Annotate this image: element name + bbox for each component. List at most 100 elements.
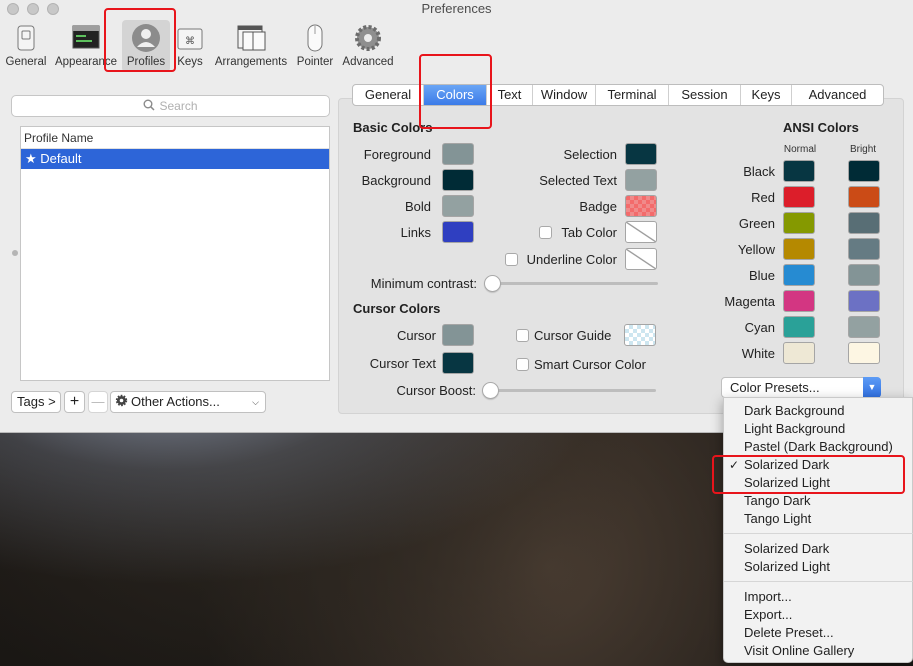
ansi-red-bright-well[interactable] <box>848 186 880 208</box>
toolbar-appearance[interactable]: Appearance <box>53 20 119 72</box>
add-profile-button[interactable]: + <box>64 391 85 413</box>
menu-item-light-background[interactable]: Light Background <box>724 420 913 438</box>
ansi-yellow-bright-well[interactable] <box>848 238 880 260</box>
other-actions-label: Other Actions... <box>131 394 220 409</box>
minimum-contrast-slider-knob[interactable] <box>484 275 501 292</box>
cursor-guide-label: Cursor Guide <box>534 328 612 343</box>
ansi-white-normal-well[interactable] <box>783 342 815 364</box>
selected-text-color-well[interactable] <box>625 169 657 191</box>
bold-color-well[interactable] <box>442 195 474 217</box>
ansi-cyan-label: Cyan <box>744 320 775 335</box>
profile-name-column-header[interactable]: Profile Name <box>21 127 329 149</box>
pointer-icon <box>299 23 331 53</box>
ansi-magenta-normal-well[interactable] <box>783 290 815 312</box>
tab-colors[interactable]: Colors <box>424 85 487 105</box>
toolbar-advanced[interactable]: Advanced <box>340 20 396 72</box>
tags-button[interactable]: Tags > <box>11 391 61 413</box>
ansi-blue-bright-well[interactable] <box>848 264 880 286</box>
ansi-blue-normal-well[interactable] <box>783 264 815 286</box>
links-label: Links <box>400 225 431 240</box>
menu-separator <box>724 581 913 582</box>
cursor-guide-color-well[interactable] <box>624 324 656 346</box>
menu-item-export[interactable]: Export... <box>724 606 913 624</box>
title-bar: Preferences <box>0 0 913 20</box>
tab-general[interactable]: General <box>353 85 424 105</box>
ansi-black-bright-well[interactable] <box>848 160 880 182</box>
appearance-icon <box>70 23 102 53</box>
ansi-red-label: Red <box>751 190 775 205</box>
menu-item-visit-online-gallery[interactable]: Visit Online Gallery <box>724 642 913 660</box>
menu-item-tango-dark[interactable]: Tango Dark <box>724 492 913 510</box>
window-title: Preferences <box>421 1 492 16</box>
tab-text[interactable]: Text <box>487 85 533 105</box>
menu-item-custom-solarized-dark[interactable]: Solarized Dark <box>724 540 913 558</box>
menu-separator <box>724 533 913 534</box>
toolbar-arrangements[interactable]: Arrangements <box>212 20 290 72</box>
ansi-white-bright-well[interactable] <box>848 342 880 364</box>
menu-item-dark-background[interactable]: Dark Background <box>724 402 913 420</box>
color-presets-menu: Dark Background Light Background Pastel … <box>723 397 913 663</box>
toolbar-keys[interactable]: ⌘ Keys <box>174 20 206 72</box>
menu-item-delete-preset[interactable]: Delete Preset... <box>724 624 913 642</box>
color-presets-label: Color Presets... <box>730 380 820 395</box>
ansi-black-normal-well[interactable] <box>783 160 815 182</box>
cursor-boost-label: Cursor Boost: <box>396 383 476 398</box>
search-icon <box>143 97 156 117</box>
ansi-green-bright-well[interactable] <box>848 212 880 234</box>
ansi-green-normal-well[interactable] <box>783 212 815 234</box>
tab-terminal[interactable]: Terminal <box>596 85 669 105</box>
cursor-boost-slider-knob[interactable] <box>482 382 499 399</box>
other-actions-button[interactable]: Other Actions... ⌵ <box>110 391 266 413</box>
tab-window[interactable]: Window <box>533 85 596 105</box>
menu-item-tango-light[interactable]: Tango Light <box>724 510 913 528</box>
tab-keys[interactable]: Keys <box>741 85 792 105</box>
menu-item-import[interactable]: Import... <box>724 588 913 606</box>
toolbar-general[interactable]: General <box>3 20 49 72</box>
toolbar-pointer[interactable]: Pointer <box>294 20 336 72</box>
resize-handle[interactable] <box>12 250 18 256</box>
underline-color-well[interactable] <box>625 248 657 270</box>
badge-color-well[interactable] <box>625 195 657 217</box>
cursor-color-well[interactable] <box>442 324 474 346</box>
links-color-well[interactable] <box>442 221 474 243</box>
smart-cursor-color-label: Smart Cursor Color <box>534 357 646 372</box>
menu-item-pastel-dark-background[interactable]: Pastel (Dark Background) <box>724 438 913 456</box>
cursor-boost-slider[interactable] <box>484 389 656 392</box>
cursor-text-color-well[interactable] <box>442 352 474 374</box>
background-color-well[interactable] <box>442 169 474 191</box>
menu-item-solarized-light[interactable]: Solarized Light <box>724 474 913 492</box>
ansi-white-label: White <box>741 346 775 361</box>
tab-color-label: Tab Color <box>561 225 617 240</box>
color-presets-dropdown[interactable]: Color Presets... ▼ <box>721 377 881 398</box>
ansi-black-label: Black <box>743 164 775 179</box>
ansi-red-normal-well[interactable] <box>783 186 815 208</box>
foreground-color-well[interactable] <box>442 143 474 165</box>
ansi-magenta-bright-well[interactable] <box>848 290 880 312</box>
profile-list: Profile Name ★ Default <box>20 126 330 381</box>
tab-bar: General Colors Text Window Terminal Sess… <box>352 84 884 106</box>
bold-label: Bold <box>404 199 431 214</box>
menu-item-custom-solarized-light[interactable]: Solarized Light <box>724 558 913 576</box>
tab-session[interactable]: Session <box>669 85 741 105</box>
ansi-yellow-normal-well[interactable] <box>783 238 815 260</box>
minimum-contrast-slider[interactable] <box>486 282 658 285</box>
preferences-window: Preferences General Appearance Profiles … <box>0 0 913 433</box>
ansi-blue-label: Blue <box>748 268 775 283</box>
ansi-cyan-normal-well[interactable] <box>783 316 815 338</box>
profile-row-default[interactable]: ★ Default <box>21 149 329 169</box>
menu-item-solarized-dark[interactable]: ✓ Solarized Dark <box>724 456 913 474</box>
tab-color-well[interactable] <box>625 221 657 243</box>
ansi-cyan-bright-well[interactable] <box>848 316 880 338</box>
underline-color-label: Underline Color <box>526 252 617 267</box>
toolbar-profiles[interactable]: Profiles <box>122 20 170 72</box>
smart-cursor-color-checkbox[interactable] <box>516 358 529 371</box>
cursor-guide-checkbox[interactable] <box>516 329 529 342</box>
search-field[interactable]: Search <box>11 95 330 117</box>
ansi-green-label: Green <box>738 216 775 231</box>
remove-profile-button[interactable]: — <box>88 391 108 413</box>
selection-color-well[interactable] <box>625 143 657 165</box>
chevron-down-icon: ⌵ <box>252 397 259 407</box>
selected-text-label: Selected Text <box>539 173 617 188</box>
cursor-label: Cursor <box>396 328 436 343</box>
tab-advanced[interactable]: Advanced <box>792 85 883 105</box>
